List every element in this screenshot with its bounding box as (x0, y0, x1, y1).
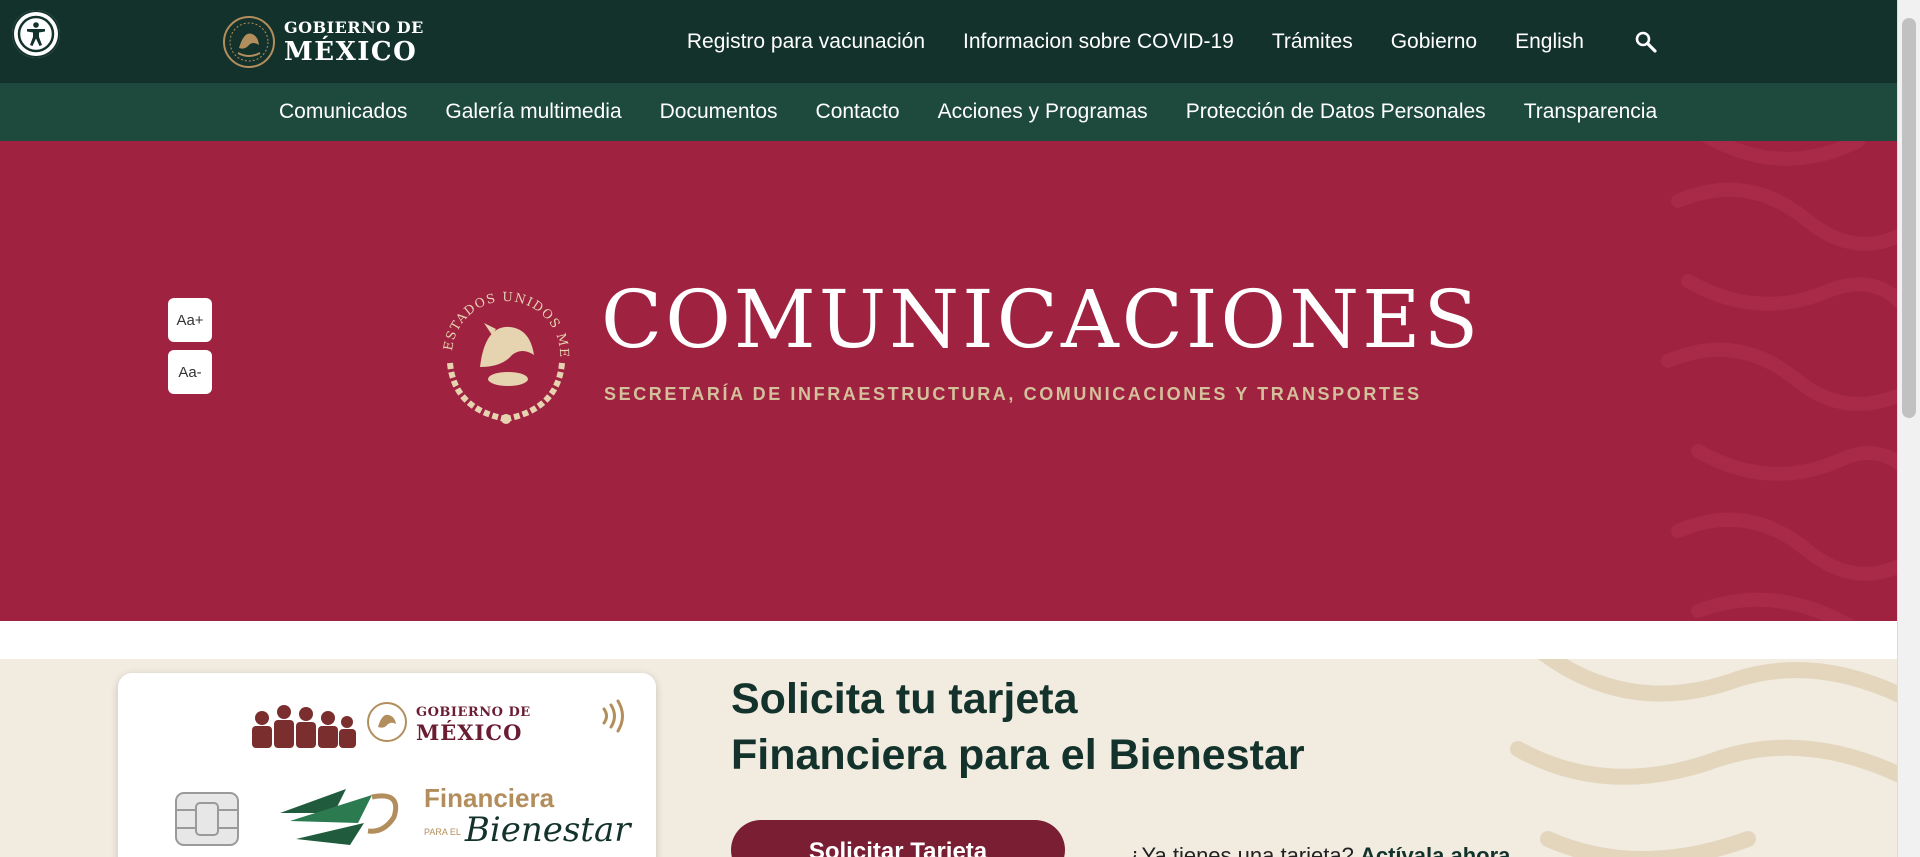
card-fin-small: PARA EL (424, 826, 461, 837)
eagle-seal-icon (223, 16, 275, 68)
nav-gobierno[interactable]: Gobierno (1391, 30, 1477, 54)
subnav-acciones-programas[interactable]: Acciones y Programas (938, 100, 1148, 124)
subnav-contacto[interactable]: Contacto (816, 100, 900, 124)
banner-title-line1: Solicita tu tarjeta (731, 675, 1078, 723)
page: GOBIERNO DE MÉXICO Registro para vacunac… (0, 0, 1898, 857)
top-nav: Registro para vacunación Informacion sob… (649, 0, 1658, 83)
font-increase-button[interactable]: Aa+ (168, 298, 212, 342)
nav-tramites[interactable]: Trámites (1272, 30, 1353, 54)
gobierno-mexico-logo[interactable]: GOBIERNO DE MÉXICO (222, 14, 424, 70)
decorative-pattern (1510, 659, 1898, 857)
nav-registro-vacunacion[interactable]: Registro para vacunación (687, 30, 925, 54)
bienestar-logo-icon (280, 789, 399, 845)
banner-title: Solicita tu tarjeta Financiera para el B… (731, 671, 1305, 783)
accessibility-button[interactable] (12, 10, 60, 58)
national-seal-icon: ESTADOS UNIDOS MEXICANOS (430, 275, 571, 424)
brand-line1: GOBIERNO DE (284, 17, 424, 37)
solicitar-tarjeta-button[interactable]: Solicitar Tarjeta (731, 820, 1065, 857)
page-scrollbar[interactable] (1897, 0, 1920, 857)
subnav-comunicados[interactable]: Comunicados (279, 100, 407, 124)
nav-english[interactable]: English (1515, 30, 1584, 54)
page-subtitle: SECRETARÍA DE INFRAESTRUCTURA, COMUNICAC… (604, 384, 1422, 404)
activate-link[interactable]: Actívala ahora (1360, 843, 1510, 857)
hero-banner: Aa+ Aa- ESTADOS UNIDOS MEXICANOS COMUNIC… (0, 141, 1898, 621)
spacer (0, 621, 1898, 659)
card-fin-line1: Financiera (424, 783, 555, 813)
card-fin-line2: PARA EL Bienestar (424, 810, 631, 850)
subnav-documentos[interactable]: Documentos (660, 100, 778, 124)
subnav-galeria-multimedia[interactable]: Galería multimedia (445, 100, 621, 124)
font-decrease-button[interactable]: Aa- (168, 350, 212, 394)
decorative-pattern (1661, 141, 1898, 621)
card-chip-icon (175, 792, 239, 846)
national-heroes-icon (252, 705, 356, 748)
top-bar: GOBIERNO DE MÉXICO Registro para vacunac… (0, 0, 1898, 83)
promo-banner: GOBIERNO DE MÉXICO Financiera PARA EL Bi… (0, 659, 1898, 857)
page-title: COMUNICACIONES (601, 273, 1482, 366)
brand-line2: MÉXICO (284, 36, 418, 67)
scrollbar-thumb[interactable] (1902, 18, 1916, 418)
nav-informacion-covid[interactable]: Informacion sobre COVID-19 (963, 30, 1234, 54)
bienestar-card-image: GOBIERNO DE MÉXICO Financiera PARA EL Bi… (118, 673, 656, 857)
subnav-transparencia[interactable]: Transparencia (1524, 100, 1657, 124)
secondary-nav: Comunicados Galería multimedia Documento… (0, 83, 1898, 141)
contactless-icon (602, 699, 624, 733)
activate-question: ¿Ya tienes una tarjeta? (1128, 843, 1354, 857)
activate-card-prompt: ¿Ya tienes una tarjeta? Actívala ahora (1128, 843, 1510, 857)
accessibility-icon (17, 15, 55, 53)
banner-title-line2: Financiera para el Bienestar (731, 731, 1305, 779)
card-gob-line1: GOBIERNO DE (416, 705, 531, 720)
card-gob-line2: MÉXICO (416, 720, 523, 745)
subnav-proteccion-datos[interactable]: Protección de Datos Personales (1186, 100, 1486, 124)
search-icon[interactable] (1634, 30, 1658, 54)
eagle-seal-icon (367, 702, 407, 742)
